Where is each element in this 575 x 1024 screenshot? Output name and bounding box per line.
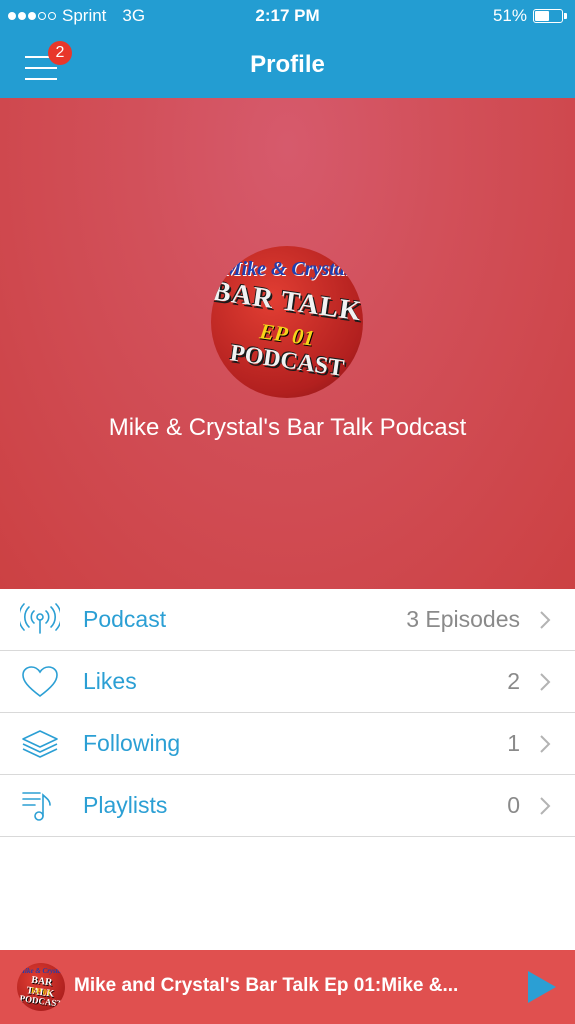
- list-item-label: Podcast: [83, 606, 167, 632]
- mini-player[interactable]: Mike & Crystal BAR TALK EP 01 PODCAST Mi…: [0, 950, 575, 1024]
- battery-icon: [533, 9, 567, 23]
- status-time: 2:17 PM: [255, 6, 320, 25]
- playlist-icon: [22, 792, 51, 821]
- list-item-value: 2: [507, 668, 520, 694]
- podcast-broadcast-icon: [20, 603, 60, 634]
- layers-icon: [22, 730, 58, 758]
- list-item-podcast[interactable]: Podcast 3 Episodes: [0, 589, 575, 651]
- list-item-label: Playlists: [83, 792, 168, 818]
- player-thumbnail: Mike & Crystal BAR TALK EP 01 PODCAST: [17, 963, 65, 1011]
- battery-info: 51%: [492, 6, 567, 26]
- avatar[interactable]: Mike & Crystal BAR TALK EP 01 PODCAST: [211, 246, 363, 398]
- profile-menu-list: Podcast 3 Episodes Likes 2 Following 1 P…: [0, 589, 575, 837]
- chevron-right-icon: [540, 797, 551, 815]
- nav-bar: 2 Profile: [0, 32, 575, 98]
- list-item-value: 1: [507, 730, 520, 756]
- play-button[interactable]: [524, 969, 558, 1005]
- list-item-label: Following: [83, 730, 181, 756]
- profile-header: Mike & Crystal BAR TALK EP 01 PODCAST Mi…: [0, 98, 575, 589]
- chevron-right-icon: [540, 611, 551, 629]
- player-episode-title: Mike and Crystal's Bar Talk Ep 01:Mike &…: [74, 975, 459, 996]
- list-item-label: Likes: [83, 668, 137, 694]
- profile-name: Mike & Crystal's Bar Talk Podcast: [108, 414, 467, 441]
- chevron-right-icon: [540, 735, 551, 753]
- status-bar: Sprint 3G 2:17 PM 51%: [0, 0, 575, 32]
- page-title: Profile: [250, 51, 325, 78]
- play-icon: [528, 971, 556, 1003]
- list-item-value: 3 Episodes: [406, 606, 520, 632]
- list-item-likes[interactable]: Likes 2: [0, 651, 575, 713]
- heart-icon: [22, 666, 58, 698]
- list-item-following[interactable]: Following 1: [0, 713, 575, 775]
- chevron-right-icon: [540, 673, 551, 691]
- list-item-value: 0: [507, 792, 520, 818]
- list-item-playlists[interactable]: Playlists 0: [0, 775, 575, 837]
- battery-percent: 51%: [492, 6, 527, 25]
